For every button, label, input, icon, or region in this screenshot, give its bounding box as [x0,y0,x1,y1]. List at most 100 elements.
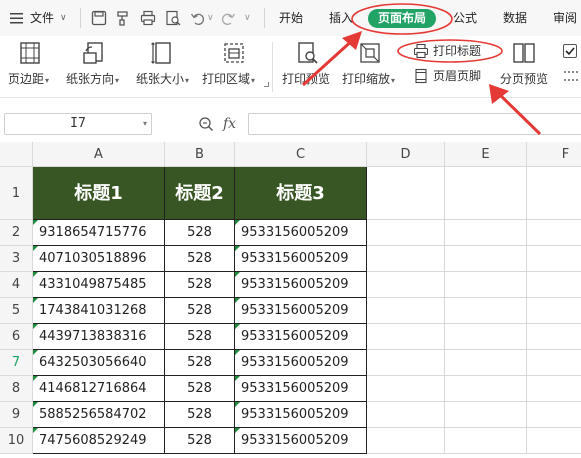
data-cell[interactable]: 5885256584702 [33,402,165,428]
empty-cell[interactable] [527,246,581,272]
empty-cell[interactable] [367,350,445,376]
tab-data[interactable]: 数据 [503,0,527,36]
data-cell[interactable]: 528 [165,246,235,272]
column-header-e[interactable]: E [445,142,527,167]
data-cell[interactable]: 528 [165,220,235,246]
column-header-a[interactable]: A [33,142,165,167]
save-icon[interactable] [90,9,108,27]
format-painter-icon[interactable] [114,9,132,27]
empty-cell[interactable] [367,220,445,246]
data-cell[interactable]: 9533156005209 [235,428,367,454]
column-header-b[interactable]: B [165,142,235,167]
data-cell[interactable]: 528 [165,428,235,454]
align-icon[interactable] [563,68,581,84]
data-cell[interactable]: 7475608529249 [33,428,165,454]
row-header[interactable]: 2 [0,220,33,246]
redo-chevron-icon[interactable]: ∨ [244,0,251,36]
header-cell-a1[interactable]: 标题1 [33,167,165,220]
empty-cell[interactable] [527,167,581,220]
data-cell[interactable]: 9533156005209 [235,324,367,350]
row-header[interactable]: 3 [0,246,33,272]
data-cell[interactable]: 528 [165,402,235,428]
undo-chevron-icon[interactable]: ∨ [207,0,214,36]
tab-formulas[interactable]: 公式 [453,0,477,36]
data-cell[interactable]: 528 [165,298,235,324]
page-break-preview-button[interactable]: 分页预览 [500,36,552,98]
row-header[interactable]: 9 [0,402,33,428]
row-header[interactable]: 4 [0,272,33,298]
row-header[interactable]: 8 [0,376,33,402]
undo-icon[interactable] [189,9,207,27]
data-cell[interactable]: 4071030518896 [33,246,165,272]
empty-cell[interactable] [445,350,527,376]
name-box-dropdown-icon[interactable]: ▾ [143,114,147,134]
data-cell[interactable]: 9533156005209 [235,350,367,376]
empty-cell[interactable] [445,402,527,428]
data-cell[interactable]: 9533156005209 [235,272,367,298]
print-preview-icon[interactable] [164,9,182,27]
print-preview-button[interactable]: 打印预览 [280,36,334,98]
data-cell[interactable]: 9533156005209 [235,402,367,428]
empty-cell[interactable] [445,272,527,298]
empty-cell[interactable] [527,298,581,324]
empty-cell[interactable] [367,428,445,454]
empty-cell[interactable] [527,272,581,298]
print-scale-button[interactable]: 打印缩放▾ [340,36,402,98]
empty-cell[interactable] [527,376,581,402]
gridlines-checkbox[interactable] [563,44,577,58]
data-cell[interactable]: 528 [165,376,235,402]
empty-cell[interactable] [367,298,445,324]
empty-cell[interactable] [527,428,581,454]
row-header[interactable]: 10 [0,428,33,454]
group-expand-icon[interactable] [264,82,269,87]
empty-cell[interactable] [445,298,527,324]
print-area-button[interactable]: 打印区域▾ [202,36,264,98]
paper-size-button[interactable]: 纸张大小▾ [134,36,196,98]
empty-cell[interactable] [367,246,445,272]
data-cell[interactable]: 1743841031268 [33,298,165,324]
data-cell[interactable]: 528 [165,350,235,376]
redo-icon[interactable] [219,9,237,27]
column-header-d[interactable]: D [367,142,445,167]
data-cell[interactable]: 9318654715776 [33,220,165,246]
insert-function-button[interactable]: fx [223,116,236,132]
data-cell[interactable]: 528 [165,324,235,350]
data-cell[interactable]: 4331049875485 [33,272,165,298]
select-all-corner[interactable] [0,142,33,167]
row-header[interactable]: 6 [0,324,33,350]
row-header[interactable]: 5 [0,298,33,324]
empty-cell[interactable] [445,324,527,350]
tab-home[interactable]: 开始 [279,0,303,36]
formula-input[interactable] [248,113,581,135]
column-header-c[interactable]: C [235,142,367,167]
tab-insert[interactable]: 插入 [329,0,353,36]
file-menu-chevron-icon[interactable]: ∨ [60,0,67,36]
data-cell[interactable]: 9533156005209 [235,298,367,324]
data-cell[interactable]: 9533156005209 [235,220,367,246]
tab-review[interactable]: 审阅 [553,0,577,36]
empty-cell[interactable] [527,402,581,428]
empty-cell[interactable] [445,220,527,246]
empty-cell[interactable] [367,376,445,402]
empty-cell[interactable] [367,324,445,350]
empty-cell[interactable] [527,220,581,246]
data-cell[interactable]: 9533156005209 [235,246,367,272]
print-titles-button[interactable]: 打印标题 [413,41,493,61]
data-cell[interactable]: 4146812716864 [33,376,165,402]
orientation-button[interactable]: 纸张方向▾ [64,36,126,98]
print-icon[interactable] [139,9,157,27]
empty-cell[interactable] [445,428,527,454]
name-box[interactable]: I7 ▾ [4,113,152,135]
tab-page-layout[interactable]: 页面布局 [368,9,436,28]
hamburger-menu-icon[interactable] [8,9,26,27]
zoom-search-icon[interactable] [198,116,214,132]
empty-cell[interactable] [367,402,445,428]
empty-cell[interactable] [445,376,527,402]
empty-cell[interactable] [527,324,581,350]
row-header-1[interactable]: 1 [0,167,33,220]
file-menu[interactable]: 文件 [30,0,54,36]
empty-cell[interactable] [367,272,445,298]
empty-cell[interactable] [367,167,445,220]
empty-cell[interactable] [527,350,581,376]
row-header[interactable]: 7 [0,350,33,376]
